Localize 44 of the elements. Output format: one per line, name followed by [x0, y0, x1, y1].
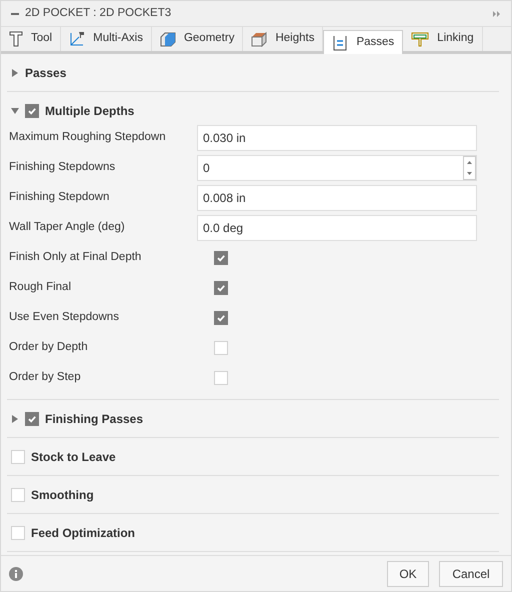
- expand-arrow-icon[interactable]: [11, 68, 19, 76]
- tool-icon: [9, 31, 23, 47]
- ok-button[interactable]: OK: [387, 560, 429, 586]
- section-title[interactable]: Passes: [25, 64, 66, 82]
- collapse-arrow-icon[interactable]: [11, 106, 19, 114]
- checkbox[interactable]: [214, 281, 228, 295]
- input-field[interactable]: 0.008 in: [197, 185, 477, 211]
- tab[interactable]: Linking: [403, 27, 483, 51]
- field-label: Use Even Stepdowns: [9, 310, 120, 326]
- field-label: Maximum Roughing Stepdown: [9, 130, 167, 146]
- window-title: 2D POCKET : 2D POCKET3: [25, 6, 172, 21]
- box-icon: [251, 31, 268, 47]
- tab[interactable]: Tool: [1, 27, 62, 51]
- checkbox[interactable]: [214, 311, 228, 325]
- input-field[interactable]: 0.0 deg: [197, 215, 477, 241]
- checkbox[interactable]: [214, 251, 228, 265]
- expand-arrow-icon[interactable]: [11, 414, 19, 422]
- section-title[interactable]: Finishing Passes: [45, 410, 144, 428]
- section-title[interactable]: Multiple Depths: [45, 102, 134, 120]
- cube-icon: [160, 31, 176, 47]
- field-label: Finishing Stepdowns: [9, 160, 116, 176]
- section-title[interactable]: Feed Optimization: [31, 524, 136, 542]
- section-checkbox[interactable]: [25, 412, 39, 426]
- input-field[interactable]: 0.030 in: [197, 125, 477, 151]
- info-icon[interactable]: [9, 566, 23, 580]
- spin-field[interactable]: 0: [197, 155, 477, 181]
- section-title[interactable]: Smoothing: [31, 486, 94, 504]
- field-label: Finish Only at Final Depth: [9, 250, 142, 266]
- section-checkbox[interactable]: [25, 104, 39, 118]
- double-arrow-icon[interactable]: [493, 10, 501, 16]
- cancel-button[interactable]: Cancel: [439, 560, 503, 586]
- field-label: Order by Step: [9, 370, 82, 386]
- section-title[interactable]: Stock to Leave: [31, 448, 116, 466]
- field-label: Order by Depth: [9, 340, 89, 356]
- tab[interactable]: Passes: [323, 30, 404, 54]
- tab[interactable]: Heights: [243, 27, 324, 51]
- field-label: Wall Taper Angle (deg): [9, 220, 126, 236]
- tab[interactable]: Geometry: [152, 27, 244, 51]
- linking-icon: [411, 31, 430, 47]
- passes-icon: [332, 34, 348, 50]
- field-label: Finishing Stepdown: [9, 190, 110, 206]
- field-label: Rough Final: [9, 280, 72, 296]
- tab[interactable]: Multi-Axis: [61, 27, 152, 51]
- axis-icon: [69, 31, 86, 47]
